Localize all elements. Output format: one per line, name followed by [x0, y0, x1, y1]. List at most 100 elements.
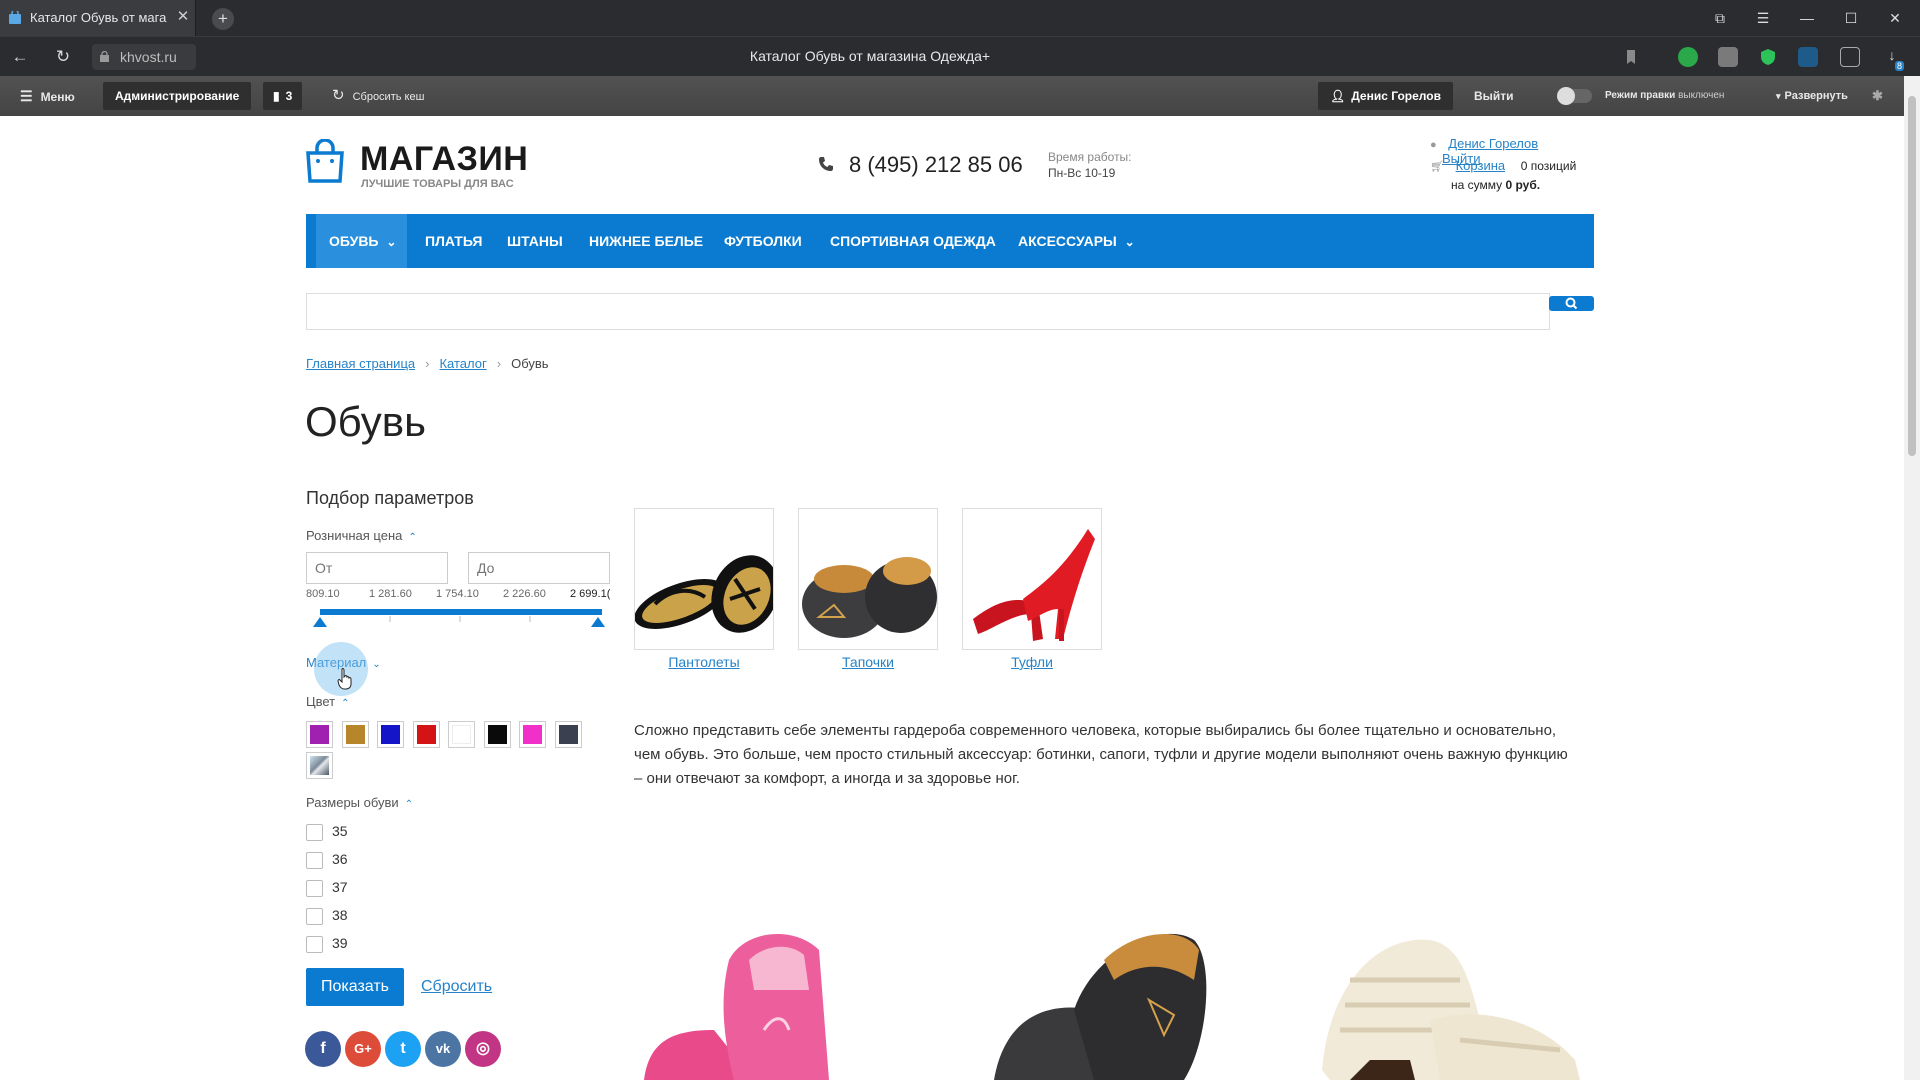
checkbox[interactable]: [306, 879, 323, 897]
breadcrumb-catalog[interactable]: Каталог: [439, 356, 486, 371]
checkbox[interactable]: [306, 823, 323, 841]
product-image[interactable]: [634, 920, 904, 1080]
subcategory-link-pantolety[interactable]: Пантолеты: [634, 654, 774, 670]
cart-sum: 0 руб.: [1505, 178, 1541, 192]
breadcrumb: Главная страница › Каталог › Обувь: [306, 356, 549, 371]
menu-item-tshirts[interactable]: ФУТБОЛКИ: [724, 214, 802, 268]
browser-menu-icon[interactable]: ☰: [1751, 8, 1775, 28]
price-filter-toggle[interactable]: Розничная цена ⌃: [306, 528, 417, 543]
hand-cursor-icon: [337, 668, 352, 690]
bookmark-icon[interactable]: [1621, 47, 1641, 67]
color-swatch[interactable]: [448, 721, 475, 748]
cart-link[interactable]: Корзина: [1456, 158, 1506, 173]
vk-icon[interactable]: vk: [425, 1031, 461, 1067]
page-scrollbar[interactable]: [1904, 76, 1920, 1080]
scrollbar-thumb[interactable]: [1908, 96, 1916, 456]
pink-slippers-image: [644, 933, 829, 1080]
shopping-bag-logo-icon[interactable]: [305, 139, 345, 183]
color-swatch[interactable]: [306, 721, 333, 748]
subcategory-image-pantolety[interactable]: [634, 508, 774, 650]
header-user-link[interactable]: Денис Горелов: [1448, 136, 1538, 151]
price-tick: 2 226.60: [503, 588, 546, 600]
checkbox[interactable]: [306, 935, 323, 953]
tab-close-icon[interactable]: ✕: [174, 8, 192, 26]
collections-icon[interactable]: [1840, 47, 1860, 67]
close-window-icon[interactable]: ✕: [1883, 8, 1907, 28]
category-description: Сложно представить себе элементы гардеро…: [634, 722, 1568, 787]
menu-item-sportswear[interactable]: СПОРТИВНАЯ ОДЕЖДА: [830, 214, 996, 268]
reset-cache-button[interactable]: ↻ Сбросить кеш: [332, 76, 424, 116]
color-swatch[interactable]: [519, 721, 546, 748]
color-swatch[interactable]: [412, 721, 440, 748]
price-slider-max-handle[interactable]: [591, 617, 605, 627]
search-button[interactable]: [1549, 296, 1594, 311]
maximize-icon[interactable]: ☐: [1839, 8, 1863, 28]
menu-item-underwear[interactable]: НИЖНЕЕ БЕЛЬЕ: [589, 214, 703, 268]
admin-menu-label: Меню: [40, 90, 75, 104]
checkbox[interactable]: [306, 851, 323, 869]
new-tab-button[interactable]: +: [212, 8, 234, 30]
size-option-38[interactable]: 38: [306, 907, 348, 925]
subcategory-link-tapochki[interactable]: Тапочки: [798, 654, 938, 670]
menu-item-accessories[interactable]: АКСЕССУАРЫ ⌄: [1018, 214, 1135, 268]
color-swatch[interactable]: [554, 721, 582, 748]
admin-menu-button[interactable]: ☰ Меню: [20, 76, 75, 116]
color-swatch-pattern[interactable]: [306, 752, 333, 779]
chevron-up-icon: ⌃: [404, 799, 414, 810]
google-plus-icon[interactable]: G+: [345, 1031, 381, 1067]
color-swatch[interactable]: [483, 721, 511, 748]
twitter-icon[interactable]: t: [385, 1031, 421, 1067]
color-swatch-fill: [416, 725, 436, 744]
subcategory-image-tufli[interactable]: [962, 508, 1102, 650]
admin-logout-button[interactable]: Выйти: [1474, 76, 1514, 116]
size-option-36[interactable]: 36: [306, 851, 348, 869]
user-icon: ●: [1430, 139, 1437, 151]
menu-item-dresses[interactable]: ПЛАТЬЯ: [425, 214, 482, 268]
show-results-button[interactable]: Показать: [306, 968, 404, 1006]
shield-extension-icon[interactable]: [1758, 47, 1778, 67]
phone-number[interactable]: 8 (495) 212 85 06: [849, 152, 1023, 178]
rp-extension-icon[interactable]: [1718, 47, 1738, 67]
menu-item-pants[interactable]: ШТАНЫ: [507, 214, 563, 268]
facebook-icon[interactable]: f: [305, 1031, 341, 1067]
downloads-icon[interactable]: ↓ 8: [1882, 47, 1904, 71]
browser-address-bar: ← ↻ khvost.ru Каталог Обувь от магазина …: [0, 36, 1920, 76]
administration-button[interactable]: Администрирование: [103, 82, 252, 110]
instagram-icon[interactable]: ◎: [465, 1031, 501, 1067]
checkbox[interactable]: [306, 907, 323, 925]
minimize-icon[interactable]: —: [1795, 8, 1819, 28]
product-image[interactable]: [984, 920, 1254, 1080]
price-slider-min-handle[interactable]: [313, 617, 327, 627]
browser-tab[interactable]: Каталог Обувь от мага ✕: [0, 0, 196, 36]
notifications-button[interactable]: ▮ 3: [263, 82, 303, 110]
reset-filter-link[interactable]: Сбросить: [421, 978, 492, 996]
logo-title[interactable]: МАГАЗИН: [360, 140, 528, 179]
size-option-39[interactable]: 39: [306, 935, 348, 953]
pin-icon[interactable]: ✱: [1872, 76, 1883, 116]
shoe-sizes-filter-toggle[interactable]: Размеры обуви ⌃: [306, 795, 413, 810]
size-option-37[interactable]: 37: [306, 879, 348, 897]
admin-user-button[interactable]: 👤︎ Денис Горелов: [1318, 82, 1453, 110]
product-image[interactable]: [1320, 920, 1590, 1080]
expand-panel-button[interactable]: ▾ Развернуть: [1776, 76, 1848, 116]
chevron-down-icon: ⌄: [372, 659, 381, 670]
size-option-35[interactable]: 35: [306, 823, 348, 841]
menu-item-shoes[interactable]: ОБУВЬ ⌄: [316, 214, 407, 268]
search-input[interactable]: [306, 293, 1550, 330]
house-slippers-image: [799, 509, 937, 649]
color-swatch-fill: [452, 725, 471, 744]
price-tick: 1 281.60: [369, 588, 412, 600]
n-extension-icon[interactable]: [1798, 47, 1818, 67]
edit-mode-toggle[interactable]: [1557, 87, 1592, 105]
color-swatch[interactable]: [341, 721, 369, 748]
color-filter-toggle[interactable]: Цвет ⌃: [306, 694, 350, 709]
subcategory-link-tufli[interactable]: Туфли: [962, 654, 1102, 670]
price-slider-range[interactable]: [320, 609, 602, 615]
breadcrumb-home[interactable]: Главная страница: [306, 356, 415, 371]
price-to-input[interactable]: [468, 552, 610, 584]
price-from-input[interactable]: [306, 552, 448, 584]
color-swatch[interactable]: [377, 721, 404, 748]
subcategory-image-tapochki[interactable]: [798, 508, 938, 650]
tab-search-icon[interactable]: ⧉: [1708, 8, 1732, 28]
evernote-extension-icon[interactable]: [1678, 47, 1698, 67]
